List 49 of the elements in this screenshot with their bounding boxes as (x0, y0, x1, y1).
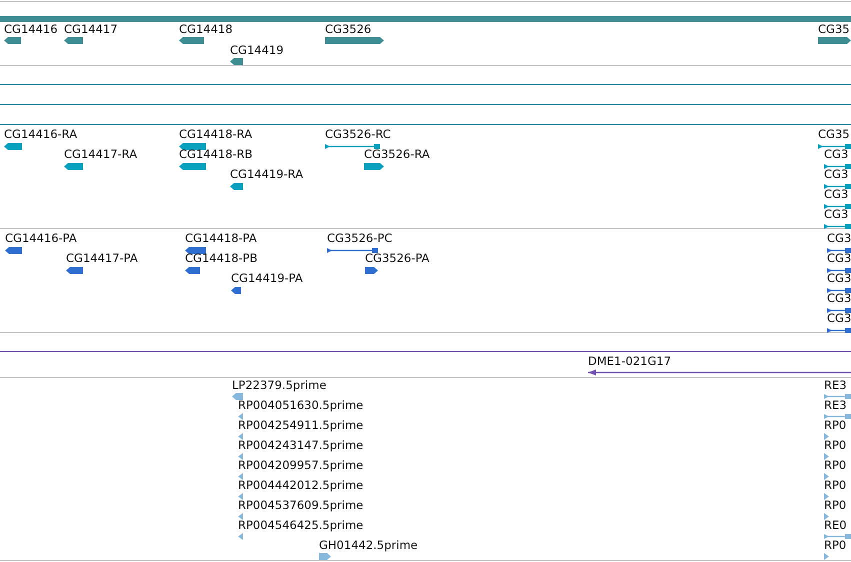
feature-label: RP004442012.5prime (238, 479, 364, 492)
feature-label: CG14416 (4, 23, 58, 36)
feature-label: RE3 (824, 399, 847, 412)
feature-label: GH01442.5prime (319, 539, 418, 552)
feature-label: RE3 (824, 379, 847, 392)
feature-label: CG14418-RB (179, 148, 253, 161)
feature-label: RP004051630.5prime (238, 399, 364, 412)
feature-label: CG14416-RA (4, 128, 78, 141)
feature-label: CG3 (827, 272, 851, 285)
feature-label: CG3526-RC (325, 128, 391, 141)
feature-label: RP004209957.5prime (238, 459, 364, 472)
feature-label: CG3 (824, 148, 848, 161)
feature-label: RP004537609.5prime (238, 499, 364, 512)
feature-label: RP0 (824, 479, 846, 492)
feature-label: CG3 (824, 188, 848, 201)
feature-label: RP004546425.5prime (238, 519, 364, 532)
feature-label: LP22379.5prime (232, 379, 326, 392)
feature-label: CG14418 (179, 23, 233, 36)
feature-label: CG14417 (64, 23, 118, 36)
feature-label: DME1-021G17 (588, 355, 672, 368)
feature-label: CG14419 (230, 44, 284, 57)
feature-label: RP004254911.5prime (238, 419, 364, 432)
feature-label: CG3 (827, 292, 851, 305)
feature-label: RP0 (824, 419, 846, 432)
feature-label: CG3 (824, 168, 848, 181)
feature-label: CG3 (827, 232, 851, 245)
feature-label: CG14416-PA (5, 232, 77, 245)
feature-label: CG3 (827, 252, 851, 265)
feature-label: CG35 (818, 128, 850, 141)
feature-label: CG3 (824, 208, 848, 221)
feature-label: RP0 (824, 459, 846, 472)
feature-label: CG14418-PB (185, 252, 258, 265)
feature-label: CG14418-RA (179, 128, 252, 141)
feature-label: CG3 (827, 312, 851, 325)
feature-label: RP0 (824, 499, 846, 512)
feature-label: CG3526-PC (327, 232, 392, 245)
feature-label: CG3526-RA (364, 148, 430, 161)
feature-label: CG14418-PA (185, 232, 257, 245)
feature-label: RP004243147.5prime (238, 439, 364, 452)
feature-label: CG14419-RA (230, 168, 304, 181)
feature-label: RP0 (824, 439, 846, 452)
feature-label: RP0 (824, 539, 846, 552)
feature-label: CG14417-RA (64, 148, 138, 161)
feature-label: CG3526 (325, 23, 372, 36)
feature-label: CG14417-PA (66, 252, 138, 265)
feature-label: CG35 (818, 23, 850, 36)
feature-label: CG3526-PA (365, 252, 430, 265)
feature-label: RE0 (824, 519, 847, 532)
feature-label: CG14419-PA (231, 272, 303, 285)
